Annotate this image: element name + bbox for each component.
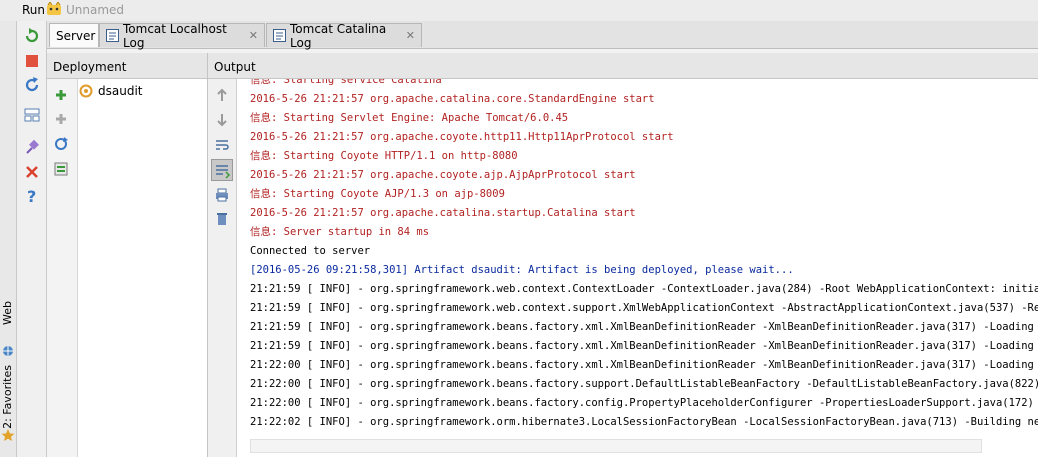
console-line: 21:21:59 [ INFO] - org.springframework.w… [250, 283, 1038, 295]
console-line: Connected to server [250, 245, 371, 257]
deploy-icon[interactable] [53, 87, 69, 103]
favorites-tool-window-button[interactable]: 2: Favorites [1, 365, 14, 429]
soft-wrap-icon[interactable] [214, 137, 230, 153]
console-line: 21:22:02 [ INFO] - org.springframework.o… [250, 416, 1038, 428]
output-header-label: Output [214, 60, 256, 74]
run-titlebar: Run Unnamed [0, 0, 1038, 22]
tab-server-label: Server [56, 28, 96, 43]
log-file-icon [106, 29, 119, 42]
web-label: Web [1, 301, 14, 325]
console-line: 信息: Starting service Catalina [250, 79, 442, 86]
svg-text:?: ? [27, 187, 36, 205]
console-line: 2016-5-26 21:21:57 org.apache.coyote.htt… [250, 131, 674, 143]
web-icon [2, 345, 14, 357]
tab-tomcat-localhost-log-label: Tomcat Localhost Log [123, 21, 227, 50]
web-tool-window-button[interactable]: Web [1, 301, 14, 325]
console-line: 2016-5-26 21:21:57 org.apache.coyote.ajp… [250, 169, 636, 181]
artifact-settings-icon[interactable] [53, 161, 69, 177]
deployment-actions [47, 79, 78, 457]
console-line: 信息: Starting Coyote AJP/1.3 on ajp-8009 [250, 188, 505, 200]
output-actions [208, 79, 237, 457]
run-label: Run [22, 3, 46, 17]
deployment-header: Deployment [47, 53, 207, 79]
console-line: [2016-05-26 09:21:58,301] Artifact dsaud… [250, 264, 794, 276]
console-line: 信息: Server startup in 84 ms [250, 226, 430, 238]
tab-tomcat-catalina-log-label: Tomcat Catalina Log [290, 21, 387, 50]
artifact-icon [79, 84, 93, 98]
scroll-to-end-icon[interactable] [211, 159, 233, 181]
tab-tomcat-catalina-log[interactable]: Tomcat Catalina Log ✕ [266, 21, 422, 50]
console-line: 21:21:59 [ INFO] - org.springframework.w… [250, 302, 1038, 314]
output-panel: Output 信息: Starting service Catalina 2016… [208, 53, 1038, 457]
print-icon[interactable] [214, 187, 230, 203]
pin-icon[interactable] [23, 138, 41, 156]
tab-close-icon[interactable]: ✕ [406, 29, 415, 42]
star-icon [1, 428, 15, 442]
console-line: 21:21:59 [ INFO] - org.springframework.b… [250, 340, 1038, 352]
tab-close-icon[interactable]: ✕ [249, 29, 258, 42]
console-line: 21:22:00 [ INFO] - org.springframework.b… [250, 359, 1038, 371]
run-toolbar: ? [17, 21, 47, 457]
scroll-up-icon[interactable] [214, 87, 230, 103]
run-config-name[interactable]: Unnamed [66, 3, 124, 17]
favorites-label: 2: Favorites [1, 365, 14, 429]
undeploy-icon[interactable] [53, 111, 69, 127]
deployment-panel: Deployment dsaudit [47, 53, 208, 457]
tab-server[interactable]: Server [49, 23, 99, 47]
stop-icon[interactable] [23, 52, 41, 70]
deployment-header-label: Deployment [53, 60, 127, 74]
close-icon[interactable] [23, 163, 41, 181]
console-line: 2016-5-26 21:21:57 org.apache.catalina.c… [250, 93, 655, 105]
console-line: 21:22:00 [ INFO] - org.springframework.b… [250, 378, 1038, 390]
tool-window-strip: Web 2: Favorites [0, 21, 17, 457]
layout-icon[interactable] [23, 106, 41, 124]
deployment-item[interactable]: dsaudit [79, 82, 142, 100]
console-output[interactable]: 信息: Starting service Catalina 2016-5-26 2… [250, 79, 1038, 439]
log-file-icon [273, 29, 286, 42]
horizontal-scrollbar[interactable] [250, 439, 982, 453]
scroll-down-icon[interactable] [214, 112, 230, 128]
rerun-icon[interactable] [23, 27, 41, 45]
tab-tomcat-localhost-log[interactable]: Tomcat Localhost Log ✕ [99, 21, 265, 50]
help-icon[interactable]: ? [23, 187, 41, 206]
console-line: 2016-5-26 21:21:57 org.apache.catalina.s… [250, 207, 636, 219]
deployment-item-label: dsaudit [98, 84, 143, 98]
console-line: 21:21:59 [ INFO] - org.springframework.b… [250, 321, 1038, 333]
console-line: 21:22:00 [ INFO] - org.springframework.b… [250, 397, 1038, 409]
output-header: Output [208, 53, 1038, 79]
run-tabs: Server Tomcat Localhost Log ✕ Tomcat Cat… [47, 21, 1038, 50]
console-line: 信息: Starting Coyote HTTP/1.1 on http-808… [250, 150, 518, 162]
console-line: 信息: Starting Servlet Engine: Apache Tomc… [250, 112, 569, 124]
update-icon[interactable] [23, 76, 41, 94]
redeploy-icon[interactable] [53, 136, 69, 152]
tomcat-cat-icon [46, 1, 62, 18]
clear-icon[interactable] [214, 211, 230, 227]
